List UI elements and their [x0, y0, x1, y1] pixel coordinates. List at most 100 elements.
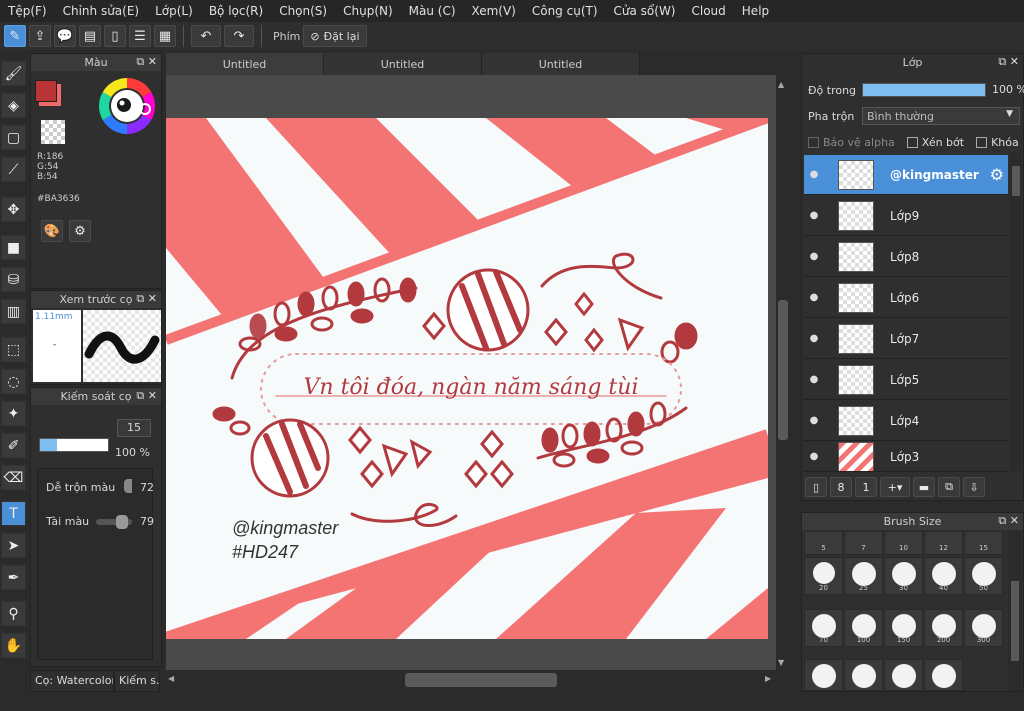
tool-operation[interactable]: ➤ — [1, 533, 26, 558]
redo-button[interactable]: ↷ — [224, 25, 254, 47]
brush-size-cell[interactable]: 200 — [924, 609, 963, 647]
brush-size-cell[interactable]: 7 — [844, 531, 883, 555]
eye-icon[interactable]: ● — [804, 451, 824, 462]
tool-move[interactable]: ✥ — [1, 197, 26, 222]
tool-hand[interactable]: ✋ — [1, 633, 26, 658]
new-layer-8bit-button[interactable]: 8 — [830, 477, 852, 497]
tool-select-rect[interactable]: ⬚ — [1, 337, 26, 362]
panel-window-icons[interactable]: ⧉ ✕ — [998, 514, 1019, 528]
color-settings-button[interactable]: ⚙ — [69, 220, 91, 242]
brush-size-cell[interactable]: 150 — [884, 609, 923, 647]
layer-scrollbar[interactable] — [1010, 153, 1022, 471]
scroll-right-icon[interactable]: ▶ — [765, 674, 771, 683]
tool-text[interactable]: T — [1, 501, 26, 526]
tool-brush[interactable]: 🖌 — [1, 61, 26, 86]
export-button[interactable]: ⇪ — [29, 25, 51, 47]
add-layer-menu-button[interactable]: +▾ — [880, 477, 910, 497]
clip-checkbox[interactable] — [906, 136, 918, 148]
tool-line[interactable]: ⟋ — [1, 157, 26, 182]
layer-item[interactable]: ● @kingmaster ⚙ — [804, 155, 1008, 195]
brush-size-cell[interactable]: 10 — [884, 531, 923, 555]
menu-tools[interactable]: Công cụ(T) — [524, 4, 606, 18]
brush-size-cell[interactable]: 50 — [964, 557, 1003, 595]
layer-item[interactable]: ● Lớp5 — [804, 360, 1008, 400]
menu-window[interactable]: Cửa sổ(W) — [606, 4, 684, 18]
tool-pen[interactable]: ✒ — [1, 565, 26, 590]
brush-size-cell[interactable]: 25 — [844, 557, 883, 595]
comment-button[interactable]: 💬 — [54, 25, 76, 47]
brush-size-cell[interactable] — [804, 659, 843, 691]
brush-size-cell[interactable]: 40 — [924, 557, 963, 595]
duplicate-layer-button[interactable]: ⧉ — [938, 477, 960, 497]
menu-view[interactable]: Xem(V) — [464, 4, 524, 18]
eye-icon[interactable]: ● — [804, 333, 824, 344]
new-layer-1bit-button[interactable]: 1 — [855, 477, 877, 497]
brush-size-cell[interactable]: 30 — [884, 557, 923, 595]
list-button[interactable]: ☰ — [129, 25, 151, 47]
panel-window-icons[interactable]: ⧉ ✕ — [136, 55, 157, 69]
blend-slider[interactable] — [124, 479, 132, 493]
menu-select[interactable]: Chọn(S) — [271, 4, 335, 18]
lock-checkbox[interactable] — [976, 136, 988, 148]
doc-tab-1[interactable]: Untitled — [166, 53, 324, 75]
brush-size-cell[interactable] — [884, 659, 923, 691]
grid-button[interactable]: ▦ — [154, 25, 176, 47]
protect-alpha-checkbox[interactable] — [808, 136, 819, 148]
menu-capture[interactable]: Chụp(N) — [335, 4, 401, 18]
brush-size-cell[interactable]: 15 — [964, 531, 1003, 555]
brush-size-cell[interactable]: 100 — [844, 609, 883, 647]
brush-size-slider[interactable] — [39, 438, 109, 452]
layer-item[interactable]: ● Lớp7 — [804, 319, 1008, 359]
tab-brush-search[interactable]: Kiếm s.. — [114, 670, 160, 692]
tool-rectangle[interactable]: ▢ — [1, 125, 26, 150]
menu-file[interactable]: Tệp(F) — [0, 4, 55, 18]
merge-layer-button[interactable]: ⇩ — [963, 477, 985, 497]
layer-item[interactable]: ● Lớp3 — [804, 442, 1008, 472]
artboard[interactable]: Vn tôi đóa, ngàn năm sáng tùi @kingmaste… — [166, 118, 768, 639]
tool-fill-rect[interactable]: ■ — [1, 235, 26, 260]
layer-scroll-thumb[interactable] — [1012, 166, 1020, 196]
eye-icon[interactable]: ● — [804, 251, 824, 262]
brush-size-cell[interactable] — [924, 659, 963, 691]
panel-window-icons[interactable]: ⧉ ✕ — [998, 55, 1019, 69]
scroll-left-icon[interactable]: ◀ — [168, 674, 174, 683]
menu-edit[interactable]: Chỉnh sửa(E) — [55, 4, 148, 18]
brush-size-cell[interactable]: 20 — [804, 557, 843, 595]
scroll-down-icon[interactable]: ▼ — [778, 658, 784, 667]
menu-cloud[interactable]: Cloud — [684, 4, 734, 18]
tool-eyedropper[interactable]: ⚲ — [1, 601, 26, 626]
tool-lasso[interactable]: ◌ — [1, 369, 26, 394]
tool-select-pen[interactable]: ✐ — [1, 433, 26, 458]
doc-tab-3[interactable]: Untitled — [482, 53, 640, 75]
brush-size-cell[interactable]: 12 — [924, 531, 963, 555]
eye-icon[interactable]: ● — [804, 292, 824, 303]
paint-slider-thumb[interactable] — [116, 515, 128, 529]
tool-gradient[interactable]: ▥ — [1, 299, 26, 324]
main-color-swatch[interactable] — [35, 80, 57, 102]
layer-item[interactable]: ● Lớp6 — [804, 278, 1008, 318]
paint-slider[interactable] — [96, 515, 132, 529]
menu-filter[interactable]: Bộ lọc(R) — [201, 4, 271, 18]
eye-icon[interactable]: ● — [804, 169, 824, 180]
tool-eraser[interactable]: ◈ — [1, 93, 26, 118]
brush-size-cell[interactable]: 70 — [804, 609, 843, 647]
menu-help[interactable]: Help — [734, 4, 777, 18]
brush-size-value[interactable]: 15 — [117, 419, 151, 437]
tab-brush-watercolor[interactable]: Cọ: Watercolor .. — [30, 670, 114, 692]
panel-window-icons[interactable]: ⧉ ✕ — [136, 292, 157, 306]
layer-item[interactable]: ● Lớp9 — [804, 196, 1008, 236]
panel-window-icons[interactable]: ⧉ ✕ — [136, 389, 157, 403]
tool-select-eraser[interactable]: ⌫ — [1, 465, 26, 490]
brush-size-cell[interactable]: 5 — [804, 531, 843, 555]
eye-icon[interactable]: ● — [804, 415, 824, 426]
transparent-color-swatch[interactable] — [41, 120, 65, 144]
brush-size-scroll-thumb[interactable] — [1011, 581, 1019, 661]
layer-opacity-slider[interactable] — [862, 83, 986, 97]
scroll-up-icon[interactable]: ▲ — [778, 80, 784, 89]
brush-size-cell[interactable] — [844, 659, 883, 691]
eye-icon[interactable]: ● — [804, 374, 824, 385]
doc-tab-2[interactable]: Untitled — [324, 53, 482, 75]
layer-item[interactable]: ● Lớp4 — [804, 401, 1008, 441]
tool-bucket[interactable]: ⛁ — [1, 267, 26, 292]
layer-blend-select[interactable]: Bình thường ▼ — [862, 107, 1020, 125]
